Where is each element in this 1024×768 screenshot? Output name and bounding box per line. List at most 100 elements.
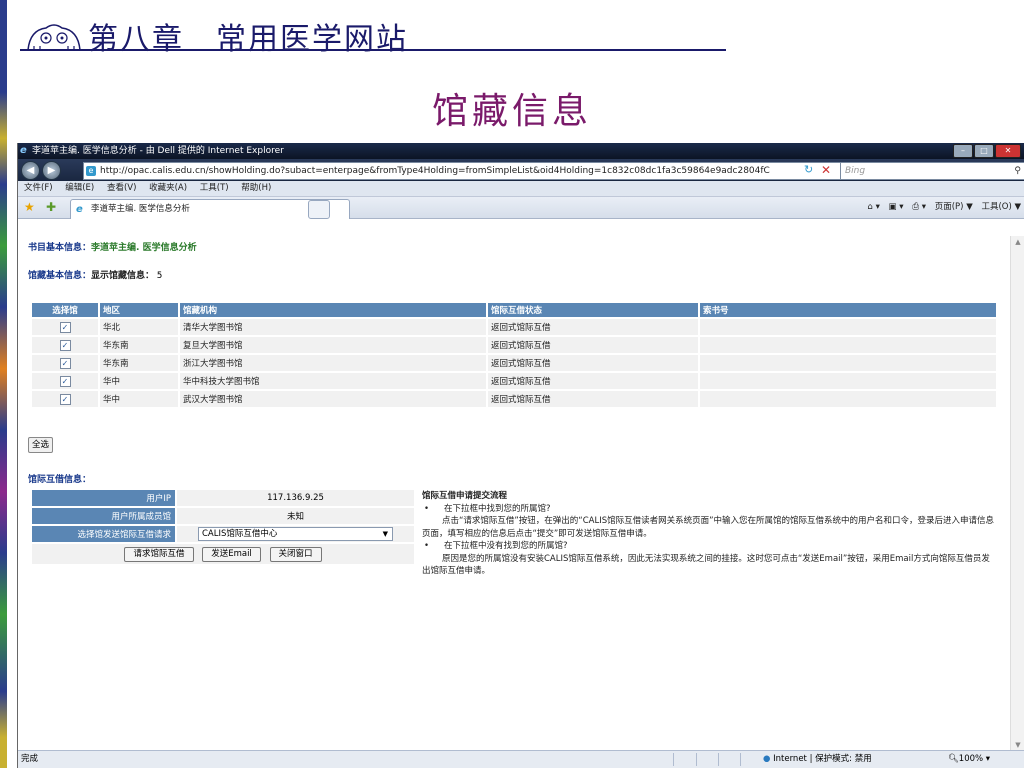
page-content: 书目基本信息：李道苹主编. 医学信息分析 馆藏基本信息：显示馆藏信息： 5 选择… — [18, 236, 1008, 751]
callno-cell — [700, 391, 996, 407]
table-row: ✓ 华北 清华大学图书馆 返回式馆际互借 — [32, 319, 996, 335]
library-checkbox[interactable]: ✓ — [59, 339, 71, 351]
menu-view[interactable]: 查看(V) — [107, 183, 136, 193]
menu-help[interactable]: 帮助(H) — [241, 183, 271, 193]
scroll-up-icon[interactable]: ▲ — [1011, 236, 1024, 248]
callno-cell — [700, 337, 996, 353]
stop-icon[interactable]: ✕ — [821, 163, 835, 177]
menu-file[interactable]: 文件(F) — [24, 183, 53, 193]
button-row: 请求馆际互借 发送Email 关闭窗口 — [32, 544, 414, 564]
favorites-star-icon[interactable]: ★ — [24, 200, 35, 214]
library-checkbox[interactable]: ✓ — [59, 393, 71, 405]
title-underline — [20, 49, 726, 51]
search-input[interactable]: Bing ⚲ — [840, 162, 1024, 180]
ill-flow-help: 馆际互借申请提交流程 在下拉框中找到您的所属馆? 点击“请求馆际互借”按钮，在弹… — [422, 490, 998, 578]
search-icon[interactable]: ⚲ — [1014, 163, 1021, 179]
tab-ie-icon: e — [76, 204, 83, 215]
home-icon[interactable]: ⌂ ▾ — [867, 202, 879, 212]
member-value: 未知 — [177, 508, 414, 524]
status-divider — [740, 753, 741, 766]
status-cell: 返回式馆际互借 — [488, 391, 698, 407]
region-cell: 华东南 — [100, 355, 178, 371]
security-zone[interactable]: ● Internet | 保护模式: 禁用 — [763, 751, 872, 768]
zone-text: Internet | 保护模式: 禁用 — [773, 754, 872, 764]
status-cell: 返回式馆际互借 — [488, 319, 698, 335]
bib-value: 李道苹主编. 医学信息分析 — [91, 243, 197, 253]
maximize-button[interactable]: □ — [974, 144, 994, 158]
holding-info: 馆藏基本信息：显示馆藏信息： 5 — [28, 268, 162, 281]
window-controls: – □ ✕ — [952, 144, 1021, 158]
status-divider — [673, 753, 674, 766]
globe-icon: ● — [763, 754, 771, 764]
status-divider — [696, 753, 697, 766]
select-cell: ✓ — [32, 391, 98, 407]
ip-value: 117.136.9.25 — [177, 490, 414, 506]
menu-bar: 文件(F) 编辑(E) 查看(V) 收藏夹(A) 工具(T) 帮助(H) — [18, 181, 1024, 197]
table-row: ✓ 华中 武汉大学图书馆 返回式馆际互借 — [32, 391, 996, 407]
browser-window: e 李道苹主编. 医学信息分析 - 由 Dell 提供的 Internet Ex… — [17, 143, 1024, 768]
forward-icon[interactable]: ▶ — [42, 161, 61, 180]
send-cell: CALIS馆际互借中心 ▼ — [177, 526, 414, 542]
zoom-value: 100% — [958, 754, 984, 764]
new-tab-button[interactable] — [308, 200, 330, 219]
library-checkbox[interactable]: ✓ — [59, 375, 71, 387]
status-bar: 完成 ● Internet | 保护模式: 禁用 🔍︎100% ▾ — [18, 750, 1024, 768]
request-ill-button[interactable]: 请求馆际互借 — [124, 546, 194, 562]
region-cell: 华北 — [100, 319, 178, 335]
library-select[interactable]: CALIS馆际互借中心 ▼ — [198, 527, 393, 541]
menu-edit[interactable]: 编辑(E) — [65, 183, 94, 193]
library-select-value: CALIS馆际互借中心 — [202, 529, 278, 539]
command-bar: ⌂ ▾ ▣ ▾ ⎙ ▾ 页面(P) ▼ 工具(O) ▼ — [861, 200, 1021, 215]
url-text: http://opac.calis.edu.cn/showHolding.do?… — [100, 166, 770, 176]
holding-count-label: 显示馆藏信息： — [91, 271, 155, 281]
url-input[interactable]: e http://opac.calis.edu.cn/showHolding.d… — [83, 162, 841, 180]
status-cell: 返回式馆际互借 — [488, 373, 698, 389]
select-all-button[interactable]: 全选 — [28, 437, 54, 453]
callno-cell — [700, 355, 996, 371]
status-text: 完成 — [21, 754, 39, 764]
close-button[interactable]: ✕ — [995, 144, 1021, 158]
bib-info: 书目基本信息：李道苹主编. 医学信息分析 — [28, 240, 197, 253]
page-menu[interactable]: 页面(P) ▼ — [935, 202, 973, 212]
send-email-button[interactable]: 发送Email — [202, 546, 261, 562]
menu-favorites[interactable]: 收藏夹(A) — [149, 183, 187, 193]
feeds-icon[interactable]: ▣ ▾ — [889, 202, 904, 212]
address-bar: ◀ ▶ e http://opac.calis.edu.cn/showHoldi… — [18, 159, 1024, 181]
search-placeholder: Bing — [845, 166, 866, 176]
refresh-icon[interactable]: ↻ — [804, 163, 818, 177]
holdings-table: 选择馆 地区 馆藏机构 馆际互借状态 索书号 ✓ 华北 清华大学图书馆 返回式馆… — [30, 301, 998, 409]
zoom-control[interactable]: 🔍︎100% ▾ — [948, 751, 990, 768]
library-checkbox[interactable]: ✓ — [59, 357, 71, 369]
region-cell: 华中 — [100, 373, 178, 389]
close-window-button[interactable]: 关闭窗口 — [269, 546, 322, 562]
ie-logo-icon: e — [20, 145, 27, 156]
callno-cell — [700, 373, 996, 389]
callno-cell — [700, 319, 996, 335]
table-row: ✓ 华东南 浙江大学图书馆 返回式馆际互借 — [32, 355, 996, 371]
select-cell: ✓ — [32, 319, 98, 335]
library-cell: 清华大学图书馆 — [180, 319, 486, 335]
member-label: 用户所属成员馆 — [32, 508, 175, 524]
ill-info: 馆际互借信息： — [28, 472, 91, 485]
add-favorites-icon[interactable]: ✚ — [46, 200, 56, 214]
status-cell: 返回式馆际互借 — [488, 337, 698, 353]
print-icon[interactable]: ⎙ ▾ — [912, 202, 926, 212]
status-cell: 返回式馆际互借 — [488, 355, 698, 371]
menu-tools[interactable]: 工具(T) — [200, 183, 229, 193]
flow-bullet-2: 在下拉框中没有找到您的所属馆? — [422, 540, 998, 553]
library-cell: 武汉大学图书馆 — [180, 391, 486, 407]
button-cell: 请求馆际互借 发送Email 关闭窗口 — [32, 544, 414, 564]
col-select: 选择馆 — [32, 303, 98, 317]
library-checkbox[interactable]: ✓ — [59, 321, 71, 333]
tools-menu[interactable]: 工具(O) ▼ — [981, 202, 1021, 212]
member-row: 用户所属成员馆 未知 — [32, 508, 414, 524]
holding-count: 5 — [156, 271, 163, 281]
minimize-button[interactable]: – — [953, 144, 973, 158]
back-icon[interactable]: ◀ — [21, 161, 40, 180]
library-cell: 复旦大学图书馆 — [180, 337, 486, 353]
select-cell: ✓ — [32, 373, 98, 389]
ill-form: 用户IP 117.136.9.25 用户所属成员馆 未知 选择馆发送馆际互借请求… — [30, 488, 416, 566]
slide-title: 第八章 常用医学网站 — [88, 22, 408, 57]
col-region: 地区 — [100, 303, 178, 317]
vertical-scrollbar[interactable]: ▲ ▼ — [1010, 236, 1024, 751]
